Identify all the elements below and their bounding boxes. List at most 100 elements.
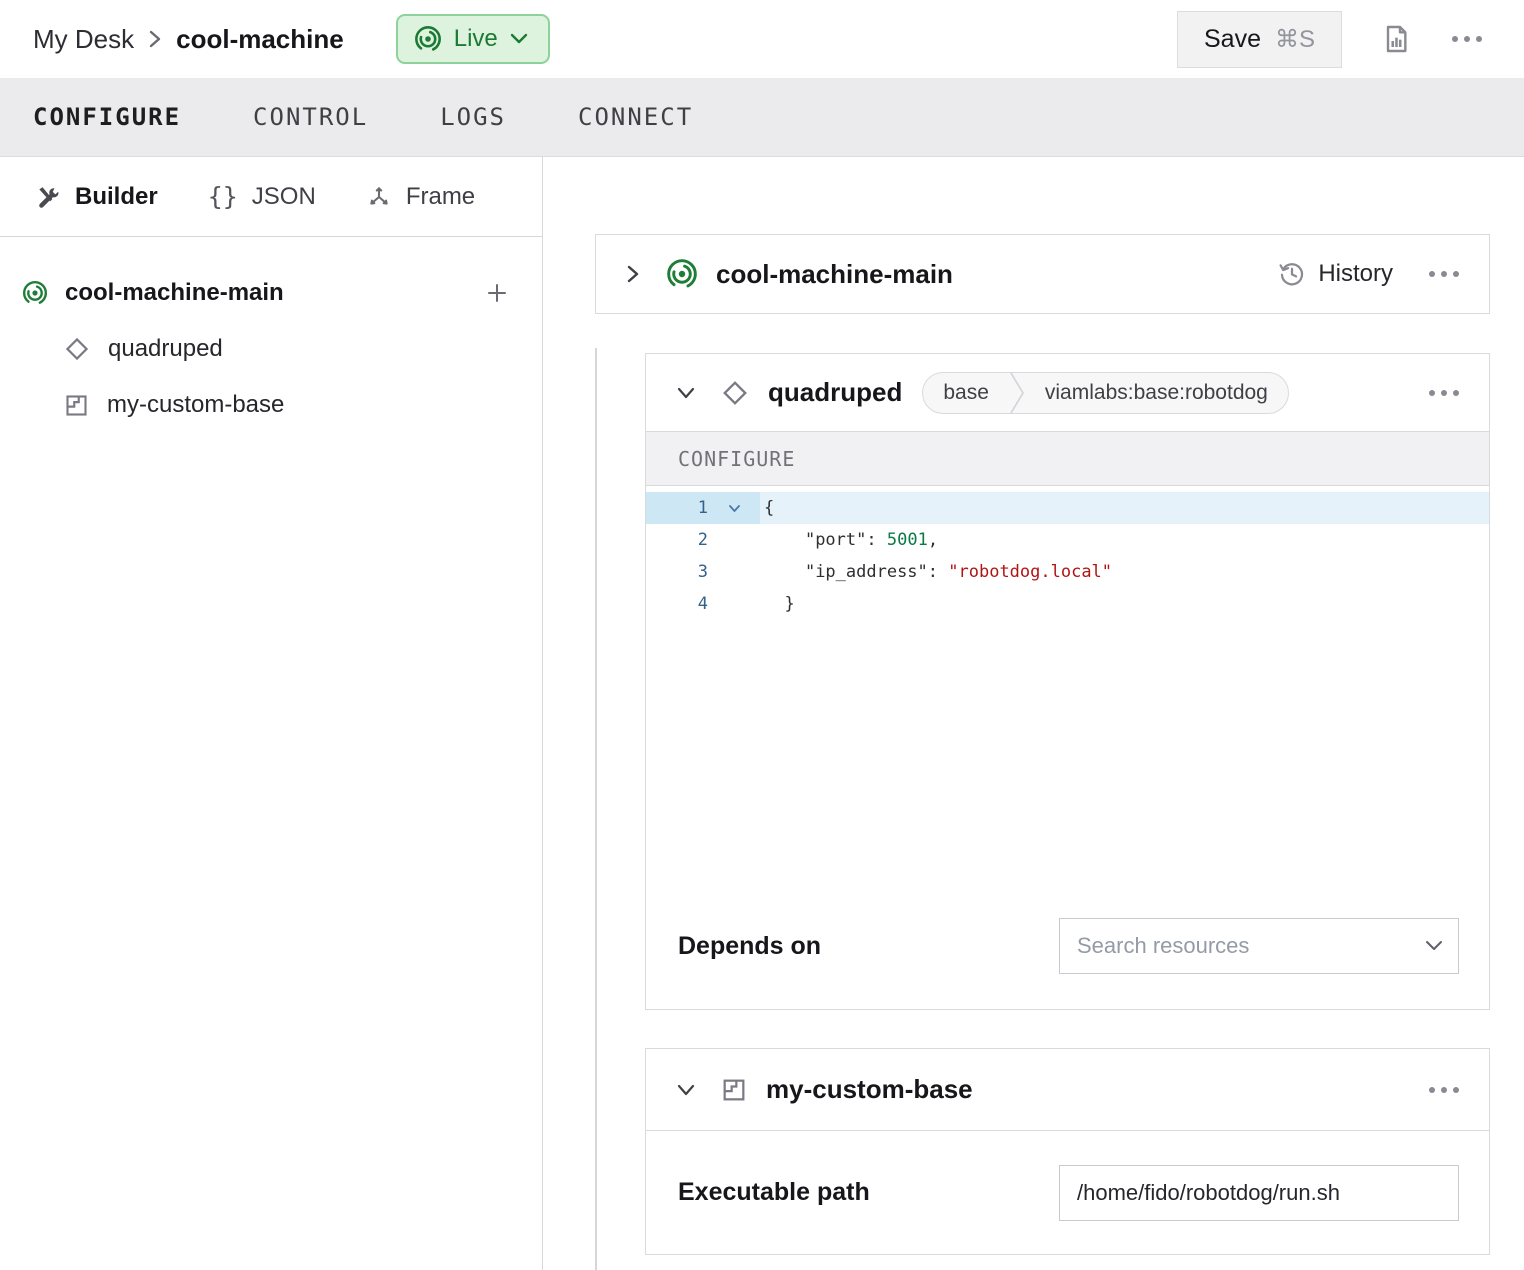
mode-label: Frame: [406, 183, 475, 211]
line-number: 2: [646, 524, 708, 556]
tab-logs[interactable]: LOGS: [440, 103, 506, 131]
module-icon: [63, 392, 90, 419]
quadruped-resource-card: quadruped base viamlabs:base:robotdog CON…: [645, 353, 1490, 1010]
collapse-card-button[interactable]: [676, 386, 696, 400]
header-overflow-menu[interactable]: [1452, 36, 1482, 42]
badge-resource-type: base: [923, 373, 1009, 413]
depends-on-search-input[interactable]: [1059, 918, 1459, 974]
history-button[interactable]: History: [1278, 260, 1393, 288]
quadruped-card-header: quadruped base viamlabs:base:robotdog: [646, 354, 1489, 431]
module-icon: [720, 1076, 748, 1104]
component-diamond-icon: [720, 378, 750, 408]
quadruped-card-menu[interactable]: [1429, 390, 1459, 396]
code-content: "port": 5001,: [760, 524, 1489, 556]
tab-connect[interactable]: CONNECT: [578, 103, 693, 131]
executable-path-label: Executable path: [678, 1178, 870, 1207]
chevron-right-icon: [626, 263, 640, 285]
line-number: 3: [646, 556, 708, 588]
sidebar: Builder {} JSON Frame cool-machine-main quad…: [0, 157, 543, 1270]
badge-separator-chevron: [1009, 373, 1025, 413]
breadcrumb-current: cool-machine: [176, 24, 344, 55]
live-status-badge[interactable]: Live: [396, 14, 550, 64]
mode-json[interactable]: {} JSON: [208, 182, 316, 211]
nesting-indent-line: [595, 348, 597, 1270]
depends-on-row: Depends on: [646, 916, 1489, 976]
plus-icon: [485, 281, 509, 305]
depends-on-select: [1059, 918, 1459, 974]
chevron-down-icon: [510, 33, 528, 45]
document-chart-icon: [1380, 23, 1412, 55]
machine-live-icon: [22, 280, 48, 306]
executable-path-input[interactable]: [1059, 1165, 1459, 1221]
tree-item-quadruped[interactable]: quadruped: [0, 326, 542, 372]
fold-toggle[interactable]: [708, 492, 760, 524]
expand-card-button[interactable]: [626, 263, 640, 285]
custom-base-card-body: Executable path: [646, 1131, 1489, 1254]
save-button[interactable]: Save ⌘S: [1177, 11, 1342, 68]
tree-item-label: cool-machine-main: [65, 279, 284, 307]
chevron-down-icon: [676, 1083, 696, 1097]
custom-base-card-menu[interactable]: [1429, 1087, 1459, 1093]
attributes-code-editor[interactable]: 1{2 "port": 5001,3 "ip_address": "robotd…: [646, 486, 1489, 916]
custom-base-resource-card: my-custom-base Executable path: [645, 1048, 1490, 1255]
code-line[interactable]: 3 "ip_address": "robotdog.local": [646, 556, 1489, 588]
depends-on-label: Depends on: [678, 932, 821, 961]
add-resource-button[interactable]: [485, 281, 509, 305]
tab-configure[interactable]: CONFIGURE: [33, 103, 181, 131]
chevron-right-icon: [148, 28, 162, 50]
header-actions: Save ⌘S: [1177, 0, 1524, 78]
breadcrumb-parent[interactable]: My Desk: [33, 24, 134, 55]
ellipsis-icon: [1429, 1087, 1459, 1093]
configure-section-bar: CONFIGURE: [646, 431, 1489, 486]
history-icon: [1278, 260, 1306, 288]
breadcrumb: My Desk cool-machine: [33, 24, 344, 55]
machine-page: My Desk cool-machine Live Save ⌘S: [0, 0, 1524, 1270]
code-line[interactable]: 4 }: [646, 588, 1489, 620]
tree-item-label: my-custom-base: [107, 391, 284, 419]
broadcast-icon: [414, 25, 442, 53]
view-mode-bar: Builder {} JSON Frame: [0, 157, 542, 237]
ellipsis-icon: [1452, 36, 1482, 42]
tab-bar: CONFIGURE CONTROL LOGS CONNECT: [0, 78, 1524, 157]
ellipsis-icon: [1429, 390, 1459, 396]
fold-gutter: [708, 588, 760, 620]
code-content: {: [760, 492, 1489, 524]
machine-part-card: cool-machine-main History: [595, 234, 1490, 314]
code-line[interactable]: 2 "port": 5001,: [646, 524, 1489, 556]
line-number: 1: [646, 492, 708, 524]
resource-tree: cool-machine-main quadruped my-custom-base: [0, 237, 542, 428]
mode-builder[interactable]: Builder: [35, 183, 158, 211]
tree-item-my-custom-base[interactable]: my-custom-base: [0, 382, 542, 428]
mode-label: JSON: [252, 183, 316, 211]
machine-stats-button[interactable]: [1380, 23, 1412, 55]
code-line[interactable]: 1{: [646, 492, 1489, 524]
custom-base-card-title: my-custom-base: [766, 1074, 973, 1105]
save-label: Save: [1204, 25, 1261, 54]
tree-item-cool-machine-main[interactable]: cool-machine-main: [0, 270, 542, 316]
tree-item-label: quadruped: [108, 335, 223, 363]
badge-resource-model: viamlabs:base:robotdog: [1025, 373, 1288, 413]
machine-card-menu[interactable]: [1429, 271, 1459, 277]
mode-frame[interactable]: Frame: [366, 183, 475, 211]
machine-part-title: cool-machine-main: [716, 259, 953, 290]
mode-label: Builder: [75, 183, 158, 211]
history-label: History: [1318, 260, 1393, 288]
fold-gutter: [708, 556, 760, 588]
quadruped-card-title: quadruped: [768, 377, 902, 408]
code-content: }: [760, 588, 1489, 620]
collapse-card-button[interactable]: [676, 1083, 696, 1097]
configure-section-label: CONFIGURE: [678, 447, 795, 471]
tab-control[interactable]: CONTROL: [253, 103, 368, 131]
top-header: My Desk cool-machine Live Save ⌘S: [0, 0, 1524, 78]
component-diamond-icon: [63, 335, 91, 363]
custom-base-card-header: my-custom-base: [646, 1049, 1489, 1131]
main-panel: cool-machine-main History: [543, 157, 1524, 1270]
live-status-label: Live: [454, 25, 498, 53]
line-number: 4: [646, 588, 708, 620]
braces-icon: {}: [208, 182, 238, 211]
tools-icon: [35, 184, 61, 210]
save-shortcut: ⌘S: [1275, 25, 1315, 54]
fold-gutter: [708, 524, 760, 556]
chevron-down-icon: [676, 386, 696, 400]
executable-path-field: [1059, 1165, 1459, 1221]
